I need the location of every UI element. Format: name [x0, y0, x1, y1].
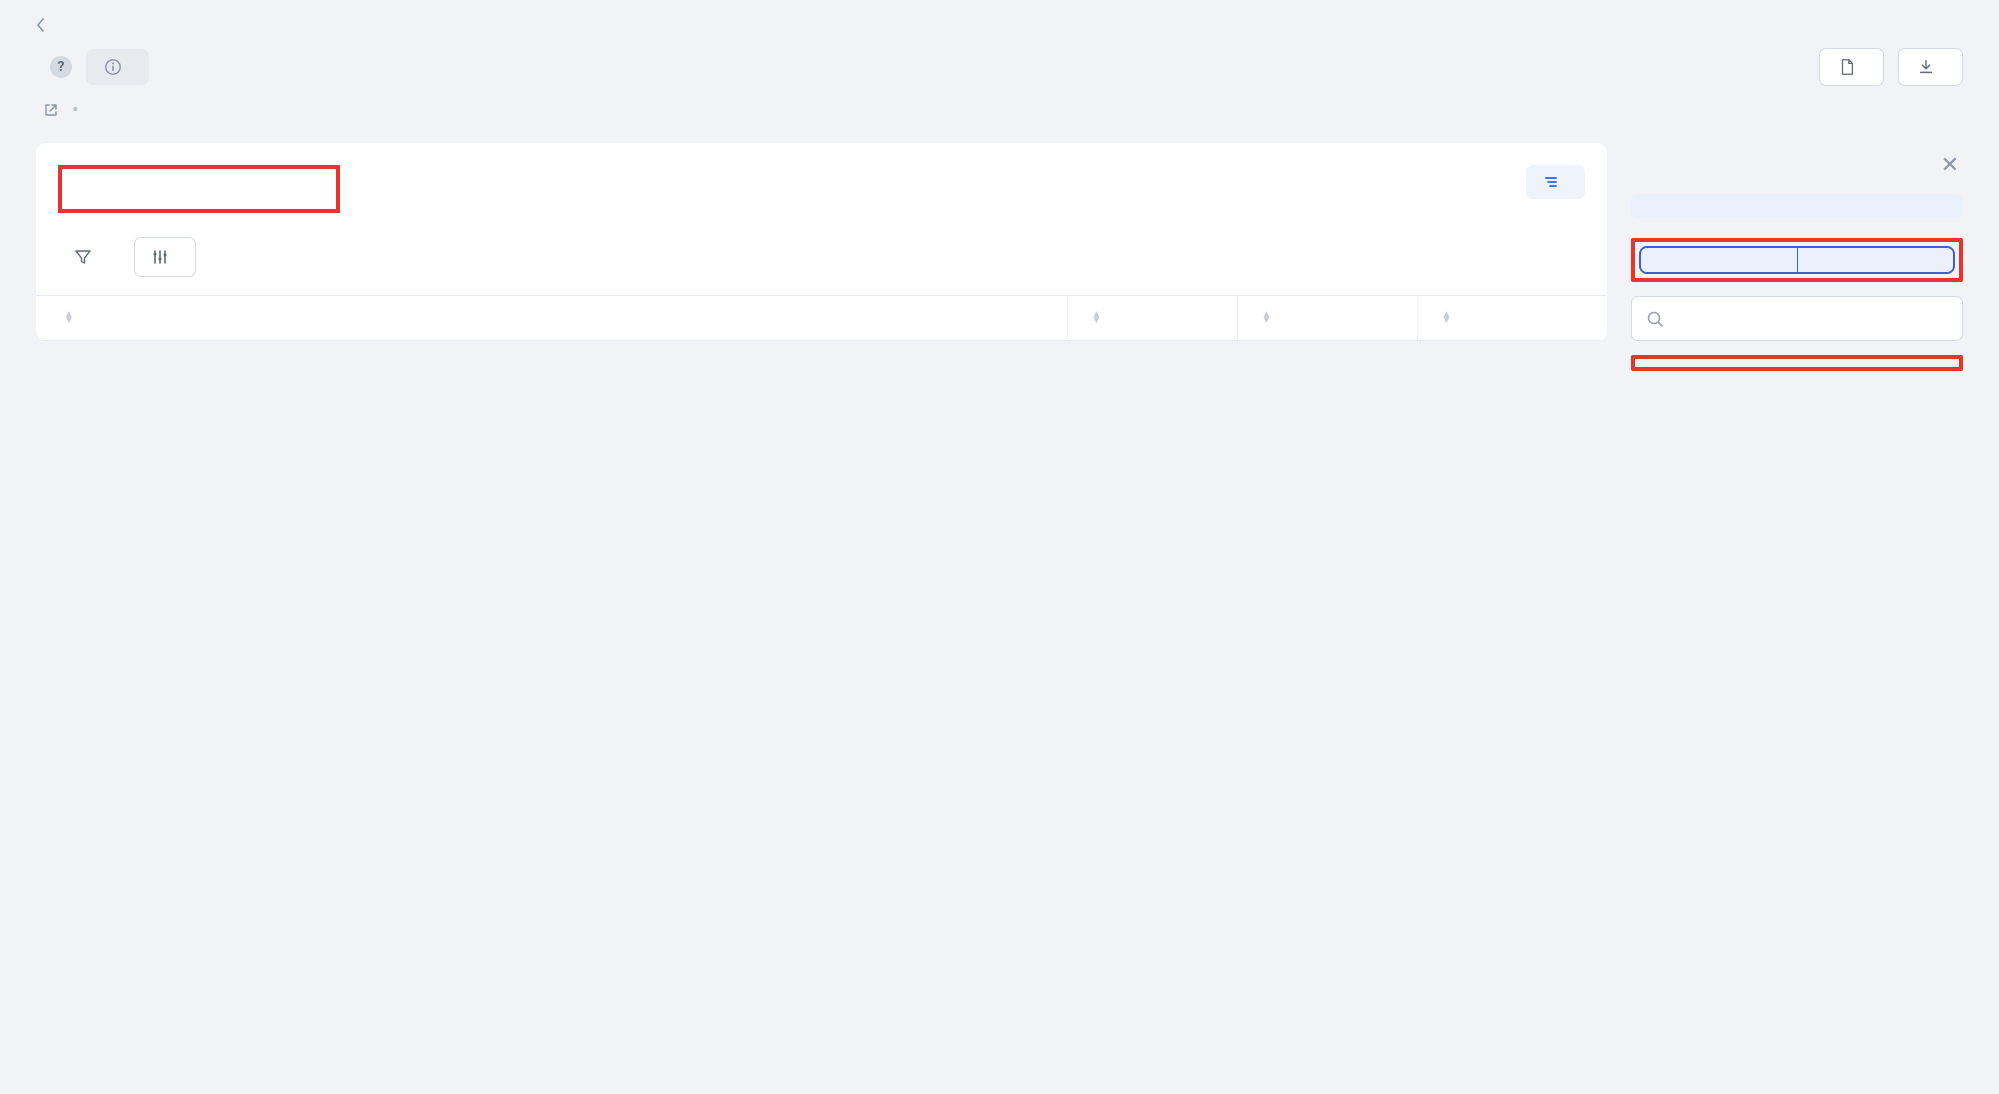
- search-icon: [1646, 310, 1664, 328]
- col-url[interactable]: ▲▼: [36, 296, 1067, 341]
- close-icon[interactable]: ✕: [1941, 153, 1959, 178]
- back-link[interactable]: [36, 12, 1963, 48]
- main-card: ▲▼ ▲▼ ▲▼ ▲▼: [36, 143, 1607, 341]
- sort-icon: ▲▼: [1442, 312, 1452, 324]
- meta-line: •: [36, 98, 1963, 121]
- col-weight[interactable]: ▲▼: [1067, 296, 1237, 341]
- sort-icon: ▲▼: [64, 312, 74, 324]
- highlight-box: [58, 165, 340, 213]
- download-icon: [1917, 58, 1935, 76]
- toggle-by-category[interactable]: [1798, 248, 1954, 272]
- search-issue-input[interactable]: [1674, 308, 1948, 329]
- highlight-toggle-box: [1631, 238, 1963, 282]
- issues-list-button[interactable]: [1526, 165, 1585, 199]
- sidebar-active-item[interactable]: [1631, 194, 1963, 218]
- search-issue-box[interactable]: [1631, 296, 1963, 341]
- col-status[interactable]: ▲▼: [1237, 296, 1417, 341]
- external-link-icon: [44, 103, 58, 117]
- sort-icon: ▲▼: [1262, 312, 1272, 324]
- pages-table: ▲▼ ▲▼ ▲▼ ▲▼: [36, 295, 1607, 341]
- pdf-icon: [1838, 58, 1856, 76]
- toggle-by-priority[interactable]: [1641, 248, 1798, 272]
- site-url-link[interactable]: [36, 103, 58, 117]
- col-issue[interactable]: ▲▼: [1417, 296, 1607, 341]
- info-icon: [104, 58, 122, 76]
- chevron-left-icon: [36, 18, 46, 32]
- filter-urls-button[interactable]: [58, 237, 118, 277]
- columns-icon: [151, 248, 169, 266]
- export-button[interactable]: [1898, 48, 1963, 86]
- highlight-categories-box: [1631, 355, 1963, 371]
- help-icon[interactable]: ?: [50, 56, 72, 78]
- sort-icon: ▲▼: [1092, 312, 1102, 324]
- sidebar: ✕: [1631, 143, 1963, 371]
- pdf-button[interactable]: [1819, 48, 1884, 86]
- filter-icon: [74, 248, 92, 266]
- manage-columns-button[interactable]: [134, 237, 196, 277]
- list-icon: [1544, 175, 1558, 189]
- domain-info-button[interactable]: [86, 49, 149, 85]
